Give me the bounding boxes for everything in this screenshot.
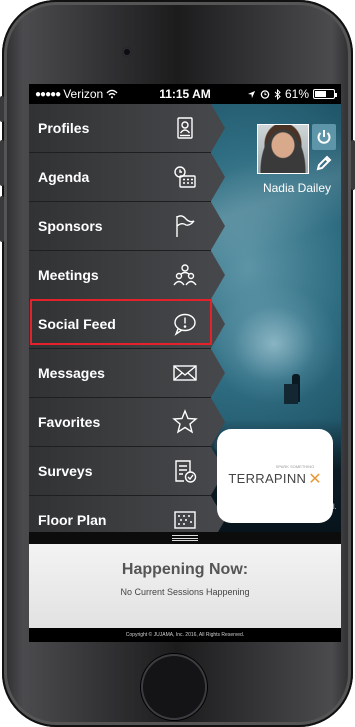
sponsor-banner[interactable]: SPARK SOMETHING TERRAPINN ✕ [217,429,333,523]
edit-profile-button[interactable] [312,152,336,174]
battery-icon [313,89,337,99]
copyright-footer: Copyright © JUJAMA, Inc. 2016, All Right… [29,628,341,642]
front-camera [122,47,132,57]
happening-now-title: Happening Now: [121,561,249,578]
menu-item-label: Favorites [38,414,101,430]
people-meeting-icon [171,261,199,289]
menu-item-label: Profiles [38,120,90,136]
sponsor-logo-mark-icon: ✕ [308,470,322,488]
menu-item-label: Sponsors [38,218,103,234]
menu-item-surveys[interactable]: Surveys [29,447,225,496]
location-arrow-icon [247,90,256,98]
mute-switch [0,96,4,122]
survey-check-icon [171,457,199,485]
floor-plan-icon [171,506,199,534]
avatar[interactable] [257,124,309,174]
happening-now-subtitle: No Current Sessions Happening [120,587,250,597]
user-name: Nadia Dailey [262,181,332,195]
carrier-name: Verizon [63,87,104,101]
side-menu: Profiles Agenda Sponsors Meetings Social… [29,104,225,545]
menu-item-label: Floor Plan [38,512,107,528]
menu-item-favorites[interactable]: Favorites [29,398,225,447]
happening-now-panel[interactable]: Happening Now: No Current Sessions Happe… [29,544,341,628]
bluetooth-icon [274,88,281,100]
calendar-clock-icon [171,163,199,191]
drag-handle-icon [172,535,198,541]
menu-item-social-feed[interactable]: Social Feed [29,300,225,349]
speech-bubble-exclamation-icon [171,310,199,338]
wifi-icon [106,89,118,99]
menu-item-label: Messages [38,365,105,381]
menu-item-label: Social Feed [38,316,116,332]
menu-item-meetings[interactable]: Meetings [29,251,225,300]
pencil-icon [316,155,332,171]
star-icon [171,408,199,436]
power-icon [317,130,331,144]
menu-item-profiles[interactable]: Profiles [29,104,225,153]
status-bar: ●●●●● Verizon 11:15 AM 61% [29,84,341,104]
battery-percentage: 61% [284,87,309,101]
sponsor-logo: TERRAPINN ✕ [228,469,321,489]
phone-frame: ●●●●● Verizon 11:15 AM 61% Profiles Agen… [0,0,355,727]
menu-item-label: Meetings [38,267,99,283]
sleep-button [351,140,355,190]
drag-handle[interactable] [29,532,341,544]
menu-item-label: Agenda [38,169,90,185]
signal-strength-icon: ●●●●● [35,88,61,100]
envelope-icon [171,359,199,387]
sponsor-carousel-edge: l. [333,504,337,511]
volume-down-button [0,196,4,242]
menu-item-agenda[interactable]: Agenda [29,153,225,202]
battery-fill [315,91,326,97]
alarm-clock-icon [260,90,270,99]
volume-up-button [0,140,4,186]
logout-button[interactable] [312,124,336,150]
home-button[interactable] [141,654,207,720]
menu-item-label: Surveys [38,463,93,479]
sponsor-name: TERRAPINN [228,471,307,486]
menu-item-sponsors[interactable]: Sponsors [29,202,225,251]
profile-card-icon [171,114,199,142]
flag-icon [171,212,199,240]
menu-item-messages[interactable]: Messages [29,349,225,398]
app-screen: ●●●●● Verizon 11:15 AM 61% Profiles Agen… [29,84,341,642]
